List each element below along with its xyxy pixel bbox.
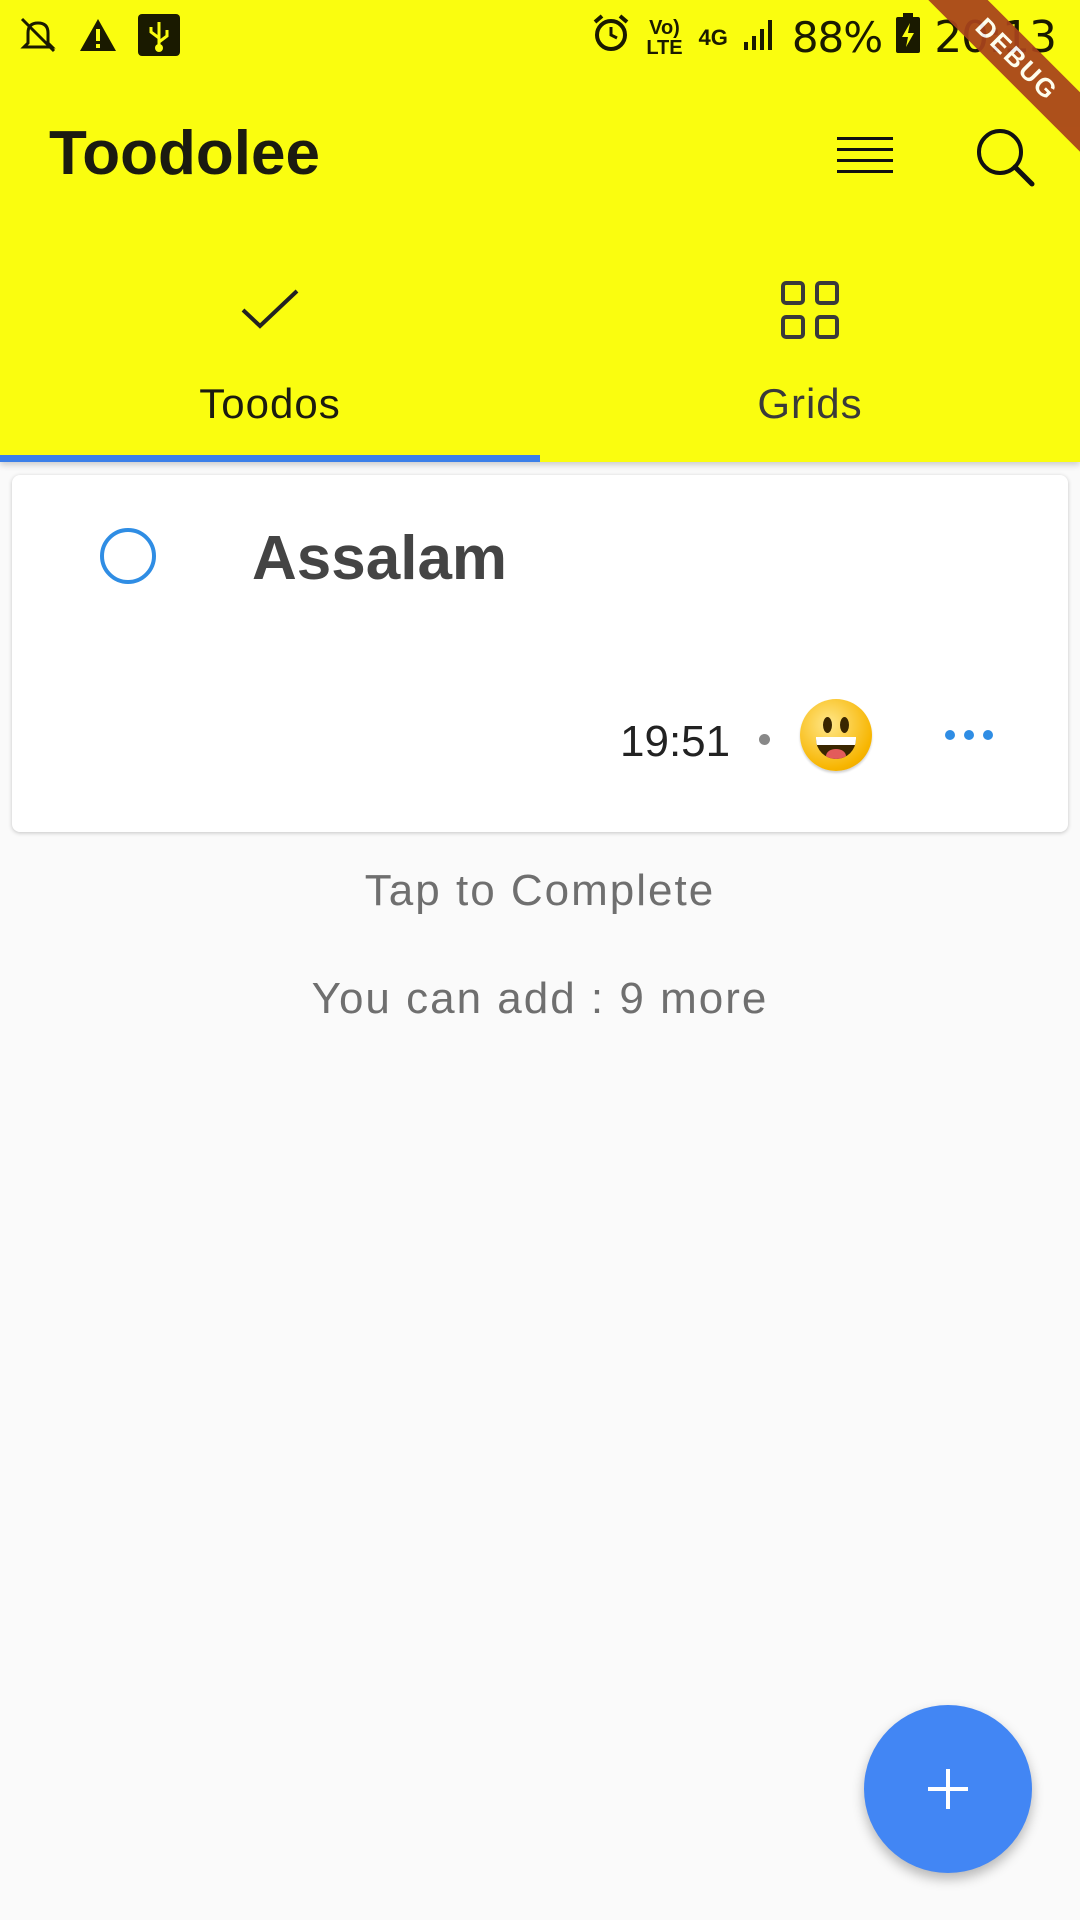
todo-time: 19:51 (620, 717, 731, 766)
more-options-icon[interactable] (945, 730, 993, 740)
app-header: Vo) LTE 4G 88% 20:13 Toodol (0, 0, 1080, 462)
notifications-off-icon (18, 15, 58, 60)
tab-toodos-label: Toodos (199, 380, 341, 427)
network-type-label: 4G (698, 24, 728, 50)
tab-indicator (0, 455, 540, 462)
search-icon[interactable] (970, 122, 1040, 192)
list-view-icon[interactable] (830, 122, 900, 192)
add-todo-button[interactable] (864, 1705, 1032, 1873)
tab-grids-label: Grids (757, 380, 863, 427)
check-icon (0, 270, 540, 350)
status-bar: Vo) LTE 4G 88% 20:13 (0, 0, 1080, 76)
tab-grids[interactable]: Grids (540, 270, 1080, 458)
alarm-icon (592, 13, 630, 62)
remaining-count-hint: You can add : 9 more (311, 974, 769, 1023)
tap-to-complete-hint: Tap to Complete (364, 866, 716, 915)
todo-complete-checkbox[interactable] (100, 528, 156, 584)
signal-icon (742, 14, 778, 62)
grinning-face-emoji-icon (800, 699, 872, 771)
battery-percent: 88% (791, 13, 883, 62)
grid-icon (540, 270, 1080, 350)
todo-card[interactable]: Assalam 19:51 (12, 475, 1068, 832)
separator-dot (759, 734, 770, 745)
app-title: Toodolee (49, 119, 320, 188)
tab-toodos[interactable]: Toodos (0, 270, 540, 458)
warning-icon (78, 15, 118, 60)
todo-title: Assalam (252, 524, 508, 593)
plus-icon (928, 1769, 968, 1809)
usb-icon (138, 14, 180, 61)
volte-icon: Vo) LTE (646, 16, 683, 59)
battery-charging-icon (896, 12, 921, 63)
